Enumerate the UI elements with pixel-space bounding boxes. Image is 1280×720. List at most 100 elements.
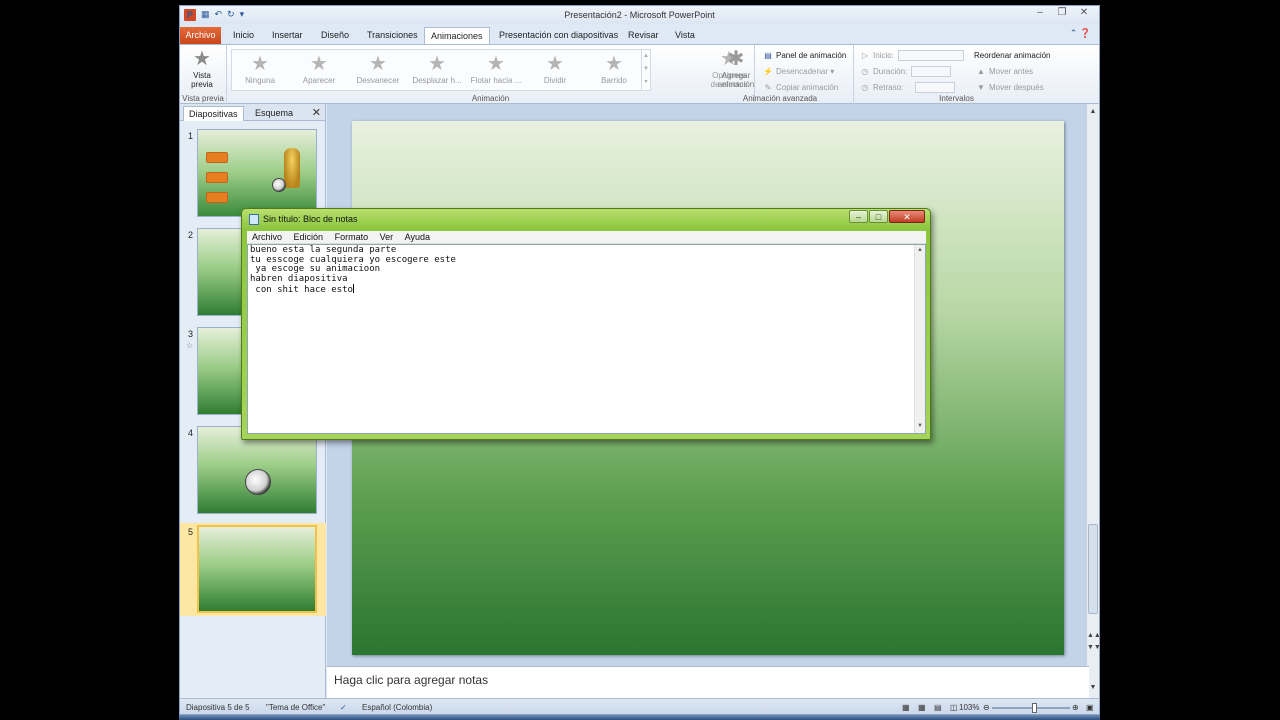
anim-star-icon: ★ (251, 53, 269, 75)
start-dropdown[interactable] (897, 50, 964, 62)
tab-presentacion[interactable]: Presentación con diapositivas (493, 27, 624, 44)
delay-field[interactable]: ◷ Retraso: (860, 82, 956, 94)
copy-animation-icon: ✎ (764, 83, 772, 92)
menu-ver[interactable]: Ver (380, 231, 394, 244)
scroll-next-slide-icon[interactable]: ▼▼ (1087, 644, 1099, 651)
anim-star-icon: ★ (546, 53, 564, 75)
anim-barrido[interactable]: ★ Barrido (586, 52, 642, 94)
slide-thumbnail-5[interactable]: 5 (180, 523, 326, 616)
animation-panel-icon: ▤ (764, 51, 772, 60)
view-sorter-icon[interactable]: ▦ (918, 703, 926, 712)
slide-thumbnail-1[interactable]: 1 (180, 127, 326, 220)
scroll-up-icon[interactable]: ▲ (1087, 108, 1099, 115)
notepad-scroll-up-icon[interactable]: ▲ (915, 247, 925, 253)
tab-animaciones[interactable]: Animaciones (424, 27, 490, 44)
start-field[interactable]: ▷ Inicio: (860, 50, 964, 62)
text-line-1: bueno esta la segunda parte (250, 245, 397, 255)
maximize-button[interactable]: ❐ (1051, 6, 1073, 20)
scroll-thumb[interactable] (1088, 524, 1098, 614)
gallery-scroll[interactable]: ▲ ▼ ▾ (641, 50, 650, 90)
menu-edicion[interactable]: Edición (294, 231, 324, 244)
preview-button[interactable]: ★ Vista previa (180, 47, 228, 89)
add-animation-label-2: animación (717, 80, 755, 89)
view-normal-icon[interactable]: ▦ (902, 703, 910, 712)
duration-field[interactable]: ◷ Duración: (860, 66, 952, 78)
tab-diapositivas[interactable]: Diapositivas (183, 106, 244, 121)
notepad-minimize-button[interactable]: – (849, 210, 868, 223)
start-label: Inicio: (873, 51, 894, 60)
trigger-button[interactable]: ⚡ Desencadenar ▾ (763, 66, 834, 78)
minimize-button[interactable]: – (1029, 6, 1051, 20)
text-line-4: habren diapositiva (250, 273, 348, 284)
view-reading-icon[interactable]: ▤ (934, 703, 942, 712)
anim-desvanecer[interactable]: ★ Desvanecer (350, 52, 406, 94)
tab-revisar[interactable]: Revisar (622, 27, 665, 44)
tab-archivo[interactable]: Archivo (180, 27, 221, 44)
notepad-close-button[interactable]: ✕ (889, 210, 925, 223)
text-caret (352, 284, 354, 293)
delay-spinner[interactable] (915, 82, 956, 94)
notepad-scrollbar[interactable]: ▲ ▼ (914, 245, 925, 433)
copy-animation-button[interactable]: ✎ Copiar animación (763, 82, 839, 94)
tab-diseno[interactable]: Diseño (315, 27, 355, 44)
close-pane-icon[interactable]: ✕ (312, 106, 321, 119)
animation-panel-button[interactable]: ▤ Panel de animación (763, 50, 846, 62)
anim-aparecer[interactable]: ★ Aparecer (291, 52, 347, 94)
notepad-window-controls: – □ ✕ (848, 210, 925, 223)
notes-pane[interactable]: Haga clic para agregar notas (327, 666, 1089, 698)
soccer-ball-icon (245, 469, 271, 495)
anim-label: Flotar hacia ... (470, 76, 522, 85)
menu-archivo[interactable]: Archivo (252, 231, 282, 244)
anim-star-icon: ★ (428, 53, 446, 75)
view-slideshow-icon[interactable]: ◫ (950, 703, 958, 712)
status-bar: Diapositiva 5 de 5 "Tema de Office" ✓ Es… (180, 698, 1099, 714)
move-later-label: Mover después (989, 83, 1044, 92)
title-bar: P ▦ ↶ ↻ ▾ Presentación2 - Microsoft Powe… (180, 6, 1099, 24)
zoom-out-icon[interactable]: ⊖ (983, 703, 990, 712)
duration-spinner[interactable] (911, 66, 952, 78)
move-later-button[interactable]: ▼ Mover después (976, 82, 1044, 94)
scroll-prev-slide-icon[interactable]: ▲▲ (1087, 632, 1099, 639)
language[interactable]: Español (Colombia) (362, 703, 432, 712)
thumb-image (197, 129, 317, 217)
tab-inicio[interactable]: Inicio (227, 27, 260, 44)
spellcheck-icon[interactable]: ✓ (340, 703, 347, 712)
notepad-maximize-button[interactable]: □ (869, 210, 888, 223)
move-earlier-button[interactable]: ▲ Mover antes (976, 66, 1033, 78)
tab-transiciones[interactable]: Transiciones (361, 27, 424, 44)
add-animation-button[interactable]: ✱ Agregar animación (708, 47, 764, 89)
fit-to-window-icon[interactable]: ▣ (1086, 703, 1094, 712)
anim-desplazar[interactable]: ★ Desplazar h... (409, 52, 465, 94)
text-line-5: con shit hace esto (250, 285, 353, 295)
anim-dividir[interactable]: ★ Dividir (527, 52, 583, 94)
notepad-scroll-down-icon[interactable]: ▼ (915, 423, 925, 429)
zoom-in-icon[interactable]: ⊕ (1072, 703, 1079, 712)
notepad-text-area[interactable]: bueno esta la segunda parte tu esscoge c… (247, 244, 926, 434)
zoom-slider-knob[interactable] (1032, 703, 1037, 713)
close-button[interactable]: ✕ (1073, 6, 1095, 20)
vertical-scrollbar[interactable]: ▲ ▲▲ ▼▼ ▼ (1086, 104, 1099, 698)
zoom-level[interactable]: 103% (959, 703, 979, 712)
zoom-slider[interactable] (992, 703, 1070, 713)
window-controls: – ❐ ✕ (1029, 6, 1095, 20)
anim-flotar[interactable]: ★ Flotar hacia ... (468, 52, 524, 94)
tab-insertar[interactable]: Insertar (266, 27, 309, 44)
preview-star-icon: ★ (193, 48, 211, 70)
tab-vista[interactable]: Vista (669, 27, 701, 44)
help-icon[interactable]: ⌃ ❓ (1070, 28, 1091, 39)
anim-ninguna[interactable]: ★ Ninguna (232, 52, 288, 94)
anim-star-icon: ★ (310, 53, 328, 75)
text-line-2: tu esscoge cualquiera yo escogere este (250, 254, 456, 265)
animation-panel-label: Panel de animación (776, 51, 847, 60)
slide-number: 4 (188, 428, 194, 438)
menu-ayuda[interactable]: Ayuda (405, 231, 430, 244)
pane-tabs: Diapositivas Esquema ✕ (180, 104, 325, 121)
menu-formato[interactable]: Formato (335, 231, 369, 244)
window-title: Presentación2 - Microsoft PowerPoint (564, 10, 715, 20)
group-label-animacion-avanzada: Animación avanzada (742, 94, 818, 103)
theme-name[interactable]: "Tema de Office" (266, 703, 325, 712)
tab-esquema[interactable]: Esquema (250, 106, 298, 121)
ribbon: ★ Vista previa Vista previa ★ Ninguna ★ Ap… (180, 44, 1099, 104)
preview-label-2: previa (191, 80, 213, 89)
screen: P ▦ ↶ ↻ ▾ Presentación2 - Microsoft Powe… (0, 0, 1280, 720)
